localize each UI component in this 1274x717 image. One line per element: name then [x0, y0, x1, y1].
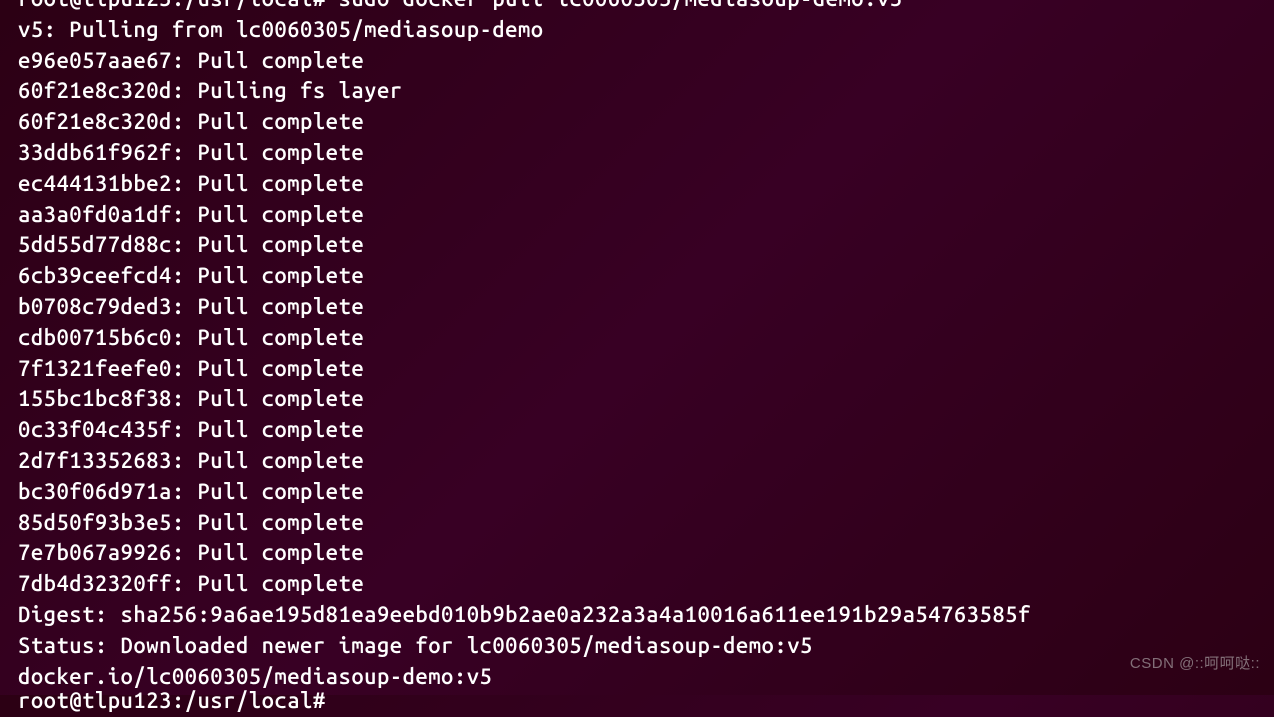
layer-line: 60f21e8c320d: Pull complete [18, 107, 1274, 138]
layer-line: b0708c79ded3: Pull complete [18, 292, 1274, 323]
layer-line: ec444131bbe2: Pull complete [18, 169, 1274, 200]
layer-line: cdb00715b6c0: Pull complete [18, 323, 1274, 354]
layer-line: 6cb39ceefcd4: Pull complete [18, 261, 1274, 292]
layer-line: aa3a0fd0a1df: Pull complete [18, 200, 1274, 231]
layer-line: 5dd55d77d88c: Pull complete [18, 230, 1274, 261]
command-prompt-line: root@tlpu123:/usr/local# sudo docker pul… [18, 0, 1274, 15]
watermark: CSDN @::呵呵哒:: [1130, 649, 1260, 680]
digest-line: Digest: sha256:9a6ae195d81ea9eebd010b9b2… [18, 600, 1274, 631]
layer-line: 2d7f13352683: Pull complete [18, 446, 1274, 477]
layers-output: e96e057aae67: Pull complete60f21e8c320d:… [18, 46, 1274, 600]
layer-line: 60f21e8c320d: Pulling fs layer [18, 76, 1274, 107]
layer-line: 0c33f04c435f: Pull complete [18, 415, 1274, 446]
layer-line: 85d50f93b3e5: Pull complete [18, 508, 1274, 539]
terminal-window[interactable]: root@tlpu123:/usr/local# sudo docker pul… [18, 0, 1274, 695]
layer-line: e96e057aae67: Pull complete [18, 46, 1274, 77]
status-line: Status: Downloaded newer image for lc006… [18, 631, 1274, 662]
layer-line: bc30f06d971a: Pull complete [18, 477, 1274, 508]
layer-line: 7f1321feefe0: Pull complete [18, 354, 1274, 385]
layer-line: 155bc1bc8f38: Pull complete [18, 384, 1274, 415]
layer-line: 33ddb61f962f: Pull complete [18, 138, 1274, 169]
pulling-from-line: v5: Pulling from lc0060305/mediasoup-dem… [18, 15, 1274, 46]
layer-line: 7e7b067a9926: Pull complete [18, 538, 1274, 569]
layer-line: 7db4d32320ff: Pull complete [18, 569, 1274, 600]
shell-prompt-bottom: root@tlpu123:/usr/local# [18, 688, 326, 713]
bottom-prompt-line: root@tlpu123:/usr/local# [18, 686, 1274, 717]
shell-prompt: root@tlpu123:/usr/local# sudo docker pul… [18, 0, 903, 11]
